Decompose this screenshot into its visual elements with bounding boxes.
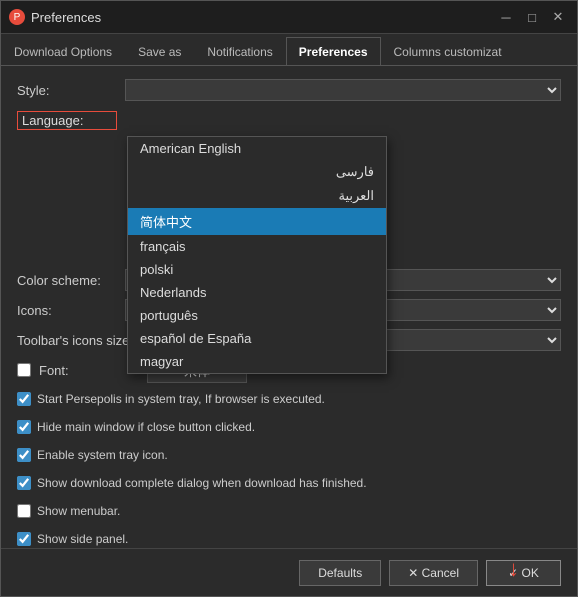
tab-save-as[interactable]: Save as — [125, 37, 194, 65]
arrow-indicator: ↓ — [508, 556, 519, 582]
lang-polish[interactable]: polski — [128, 258, 386, 281]
show-complete-checkbox[interactable] — [17, 476, 31, 490]
content-area: Style: Language: American English فارسی … — [1, 66, 577, 548]
lang-american-english[interactable]: American English — [128, 137, 386, 160]
title-bar: P Preferences ─ □ ✕ — [1, 1, 577, 34]
font-checkbox[interactable] — [17, 363, 31, 377]
preferences-window: P Preferences ─ □ ✕ Download Options Sav… — [0, 0, 578, 597]
lang-spanish[interactable]: español de España — [128, 327, 386, 350]
language-label: Language: — [17, 111, 117, 130]
checkbox-show-side: Show side panel. — [17, 528, 561, 548]
defaults-button[interactable]: Defaults — [299, 560, 381, 586]
style-row: Style: — [17, 78, 561, 102]
tab-bar: Download Options Save as Notifications P… — [1, 34, 577, 66]
lang-french[interactable]: français — [128, 235, 386, 258]
checkbox-show-menubar: Show menubar. — [17, 500, 561, 522]
checkbox-hide-main: Hide main window if close button clicked… — [17, 416, 561, 438]
checkbox-start-tray: Start Persepolis in system tray, If brow… — [17, 388, 561, 410]
show-menubar-checkbox[interactable] — [17, 504, 31, 518]
minimize-button[interactable]: ─ — [495, 8, 517, 26]
lang-simplified-chinese[interactable]: 简体中文 — [128, 208, 386, 235]
lang-dutch[interactable]: Nederlands — [128, 281, 386, 304]
tab-preferences[interactable]: Preferences — [286, 37, 381, 65]
checkbox-enable-tray: Enable system tray icon. — [17, 444, 561, 466]
lang-hungarian[interactable]: magyar — [128, 350, 386, 373]
tab-notifications[interactable]: Notifications — [194, 37, 285, 65]
enable-tray-checkbox[interactable] — [17, 448, 31, 462]
ok-button[interactable]: ✓ OK — [486, 560, 561, 586]
cancel-button[interactable]: ✕ Cancel — [389, 560, 478, 586]
window-controls: ─ □ ✕ — [495, 8, 569, 26]
show-menubar-label[interactable]: Show menubar. — [37, 504, 120, 518]
show-side-label[interactable]: Show side panel. — [37, 532, 128, 546]
maximize-button[interactable]: □ — [521, 8, 543, 26]
footer: ↓ Defaults ✕ Cancel ✓ OK — [1, 548, 577, 596]
window-title: Preferences — [31, 10, 495, 25]
color-scheme-label: Color scheme: — [17, 273, 117, 288]
style-label: Style: — [17, 83, 117, 98]
tab-download-options[interactable]: Download Options — [1, 37, 125, 65]
hide-main-label[interactable]: Hide main window if close button clicked… — [37, 420, 255, 434]
start-tray-checkbox[interactable] — [17, 392, 31, 406]
show-complete-label[interactable]: Show download complete dialog when downl… — [37, 476, 367, 490]
lang-arabic[interactable]: العربية — [128, 184, 386, 208]
language-row: Language: American English فارسی العربية… — [17, 108, 561, 132]
enable-tray-label[interactable]: Enable system tray icon. — [37, 448, 168, 462]
lang-portuguese[interactable]: português — [128, 304, 386, 327]
style-select[interactable] — [125, 79, 561, 101]
icons-label: Icons: — [17, 303, 117, 318]
language-dropdown[interactable]: American English فارسی العربية 简体中文 fran… — [127, 136, 387, 374]
checkbox-show-complete: Show download complete dialog when downl… — [17, 472, 561, 494]
tab-columns[interactable]: Columns customizat — [381, 37, 515, 65]
toolbar-icons-size-label: Toolbar's icons size: — [17, 333, 133, 348]
app-icon: P — [9, 9, 25, 25]
lang-farsi[interactable]: فارسی — [128, 160, 386, 184]
hide-main-checkbox[interactable] — [17, 420, 31, 434]
show-side-checkbox[interactable] — [17, 532, 31, 546]
close-button[interactable]: ✕ — [547, 8, 569, 26]
start-tray-label[interactable]: Start Persepolis in system tray, If brow… — [37, 392, 325, 406]
font-label: Font: — [39, 363, 139, 378]
